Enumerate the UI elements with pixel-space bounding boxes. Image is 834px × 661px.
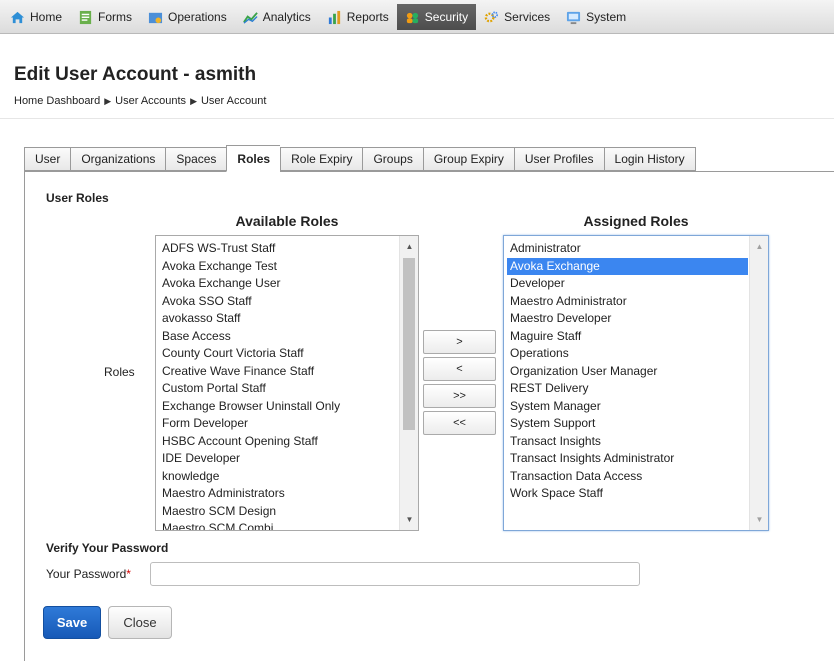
nav-label: Forms xyxy=(98,10,133,24)
available-role-item[interactable]: IDE Developer xyxy=(156,450,398,468)
available-role-item[interactable]: Maestro SCM Design xyxy=(156,503,398,521)
system-icon xyxy=(567,11,581,24)
nav-label: Operations xyxy=(168,10,227,24)
scroll-up-icon[interactable]: ▲ xyxy=(750,238,768,255)
breadcrumb-separator-icon: ▶ xyxy=(104,95,112,106)
tab-organizations[interactable]: Organizations xyxy=(70,147,166,171)
required-marker: * xyxy=(126,567,131,581)
scroll-up-icon[interactable]: ▲ xyxy=(400,238,418,255)
assigned-role-item[interactable]: Avoka Exchange xyxy=(507,257,748,275)
available-roles-list[interactable]: ADFS WS-Trust Staff Avoka Exchange Test Av… xyxy=(155,235,419,531)
tab-user[interactable]: User xyxy=(24,147,71,171)
assigned-role-item[interactable]: System Support xyxy=(504,415,748,433)
breadcrumb-user-account: User Account xyxy=(200,95,267,107)
assigned-roles-heading: Assigned Roles xyxy=(583,213,689,229)
nav-security[interactable]: Security xyxy=(396,4,477,30)
assigned-role-item[interactable]: Work Space Staff xyxy=(504,485,748,503)
available-role-item[interactable]: Creative Wave Finance Staff xyxy=(156,363,398,381)
assigned-roles-scrollbar[interactable]: ▲ ▼ xyxy=(749,236,768,530)
tab-user-profiles[interactable]: User Profiles xyxy=(513,147,604,171)
nav-forms[interactable]: Forms xyxy=(70,0,140,34)
breadcrumb-home-dashboard[interactable]: Home Dashboard xyxy=(14,95,100,107)
breadcrumb: Home Dashboard ▶ User Accounts ▶ User Ac… xyxy=(14,95,266,107)
verify-password-heading: Verify Your Password xyxy=(46,541,169,555)
header-divider xyxy=(0,118,834,119)
assigned-role-item[interactable]: Maguire Staff xyxy=(504,328,748,346)
assigned-role-item[interactable]: Operations xyxy=(504,345,748,363)
tab-spaces[interactable]: Spaces xyxy=(165,147,227,171)
available-role-item[interactable]: Avoka SSO Staff xyxy=(156,293,398,311)
nav-operations[interactable]: Operations xyxy=(140,0,235,34)
nav-reports[interactable]: Reports xyxy=(319,0,397,34)
nav-services[interactable]: Services xyxy=(476,0,558,34)
tab-group-expiry[interactable]: Group Expiry xyxy=(422,147,514,171)
available-role-item[interactable]: avokasso Staff xyxy=(156,310,398,328)
assigned-role-item[interactable]: Transaction Data Access xyxy=(504,468,748,486)
operations-icon xyxy=(148,12,163,23)
nav-label: Analytics xyxy=(262,10,311,24)
tab-roles[interactable]: Roles xyxy=(226,145,281,172)
assigned-role-item[interactable]: Administrator xyxy=(504,240,748,258)
assigned-role-item[interactable]: Transact Insights Administrator xyxy=(504,450,748,468)
available-role-item[interactable]: Avoka Exchange Test xyxy=(156,258,398,276)
available-roles-heading: Available Roles xyxy=(235,213,339,229)
nav-label: Services xyxy=(504,10,551,24)
nav-label: System xyxy=(586,10,627,24)
nav-label: Home xyxy=(30,10,63,24)
scroll-thumb[interactable] xyxy=(403,258,415,430)
assigned-role-item[interactable]: Transact Insights xyxy=(504,433,748,451)
assigned-role-item[interactable]: Maestro Developer xyxy=(504,310,748,328)
scroll-down-icon[interactable]: ▼ xyxy=(750,511,768,528)
available-role-item[interactable]: ADFS WS-Trust Staff xyxy=(156,240,398,258)
breadcrumb-separator-icon: ▶ xyxy=(190,95,197,106)
available-role-item[interactable]: Custom Portal Staff xyxy=(156,380,398,398)
nav-label: Reports xyxy=(346,10,389,24)
analytics-icon xyxy=(242,11,258,24)
tab-login-history[interactable]: Login History xyxy=(603,147,696,171)
forms-icon xyxy=(79,10,92,24)
available-role-item[interactable]: Form Developer xyxy=(156,415,398,433)
add-all-roles-button[interactable]: >> xyxy=(423,384,496,408)
available-role-item[interactable]: Base Access xyxy=(156,328,398,346)
nav-analytics[interactable]: Analytics xyxy=(235,0,319,34)
available-role-item[interactable]: knowledge xyxy=(156,468,398,486)
assigned-role-item[interactable]: Developer xyxy=(504,275,748,293)
save-button[interactable]: Save xyxy=(43,606,101,639)
available-role-item[interactable]: Exchange Browser Uninstall Only xyxy=(156,398,398,416)
roles-field-label: Roles xyxy=(104,365,135,379)
nav-home[interactable]: Home xyxy=(2,0,70,34)
available-role-item[interactable]: Avoka Exchange User xyxy=(156,275,398,293)
user-roles-heading: User Roles xyxy=(46,191,109,205)
assigned-role-item[interactable]: REST Delivery xyxy=(504,380,748,398)
top-nav: Home Forms Operations Analytics Reports … xyxy=(0,0,834,34)
scroll-down-icon[interactable]: ▼ xyxy=(400,511,418,528)
available-roles-scrollbar[interactable]: ▲ ▼ xyxy=(399,236,418,530)
add-role-button[interactable]: > xyxy=(423,330,496,354)
page-title: Edit User Account - asmith xyxy=(14,64,257,85)
password-label: Your Password* xyxy=(46,567,131,581)
available-role-item[interactable]: HSBC Account Opening Staff xyxy=(156,433,398,451)
assigned-role-item[interactable]: System Manager xyxy=(504,398,748,416)
assigned-role-item[interactable]: Maestro Administrator xyxy=(504,293,748,311)
available-role-item[interactable]: Maestro SCM Combi... xyxy=(156,520,398,530)
close-button[interactable]: Close xyxy=(108,606,172,639)
password-input[interactable] xyxy=(150,562,640,586)
remove-role-button[interactable]: < xyxy=(423,357,496,381)
assigned-roles-list[interactable]: Administrator Avoka Exchange Developer Maes… xyxy=(503,235,769,531)
nav-system[interactable]: System xyxy=(558,0,634,34)
reports-icon xyxy=(328,10,340,24)
breadcrumb-user-accounts[interactable]: User Accounts xyxy=(115,95,186,107)
tab-bar: User Organizations Spaces Roles Role Exp… xyxy=(24,145,696,172)
password-label-text: Your Password xyxy=(46,567,127,581)
assigned-role-item[interactable]: Organization User Manager xyxy=(504,363,748,381)
services-icon xyxy=(484,11,499,22)
available-role-item[interactable]: County Court Victoria Staff xyxy=(156,345,398,363)
available-role-item[interactable]: Maestro Administrators xyxy=(156,485,398,503)
nav-label: Security xyxy=(424,10,469,24)
security-icon xyxy=(406,12,418,23)
tab-role-expiry[interactable]: Role Expiry xyxy=(280,147,363,171)
home-icon xyxy=(10,11,25,23)
tab-groups[interactable]: Groups xyxy=(362,147,423,171)
remove-all-roles-button[interactable]: << xyxy=(423,411,496,435)
